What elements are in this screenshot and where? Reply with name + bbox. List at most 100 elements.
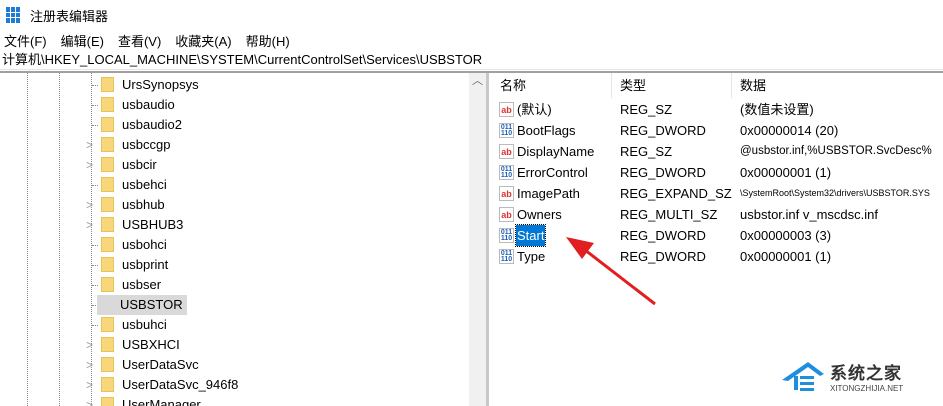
- binary-value-icon: 011 110: [499, 123, 514, 138]
- string-value-icon: ab: [499, 144, 514, 159]
- folder-icon: [101, 397, 114, 406]
- value-row[interactable]: ab Owners REG_MULTI_SZ usbstor.inf v_mscdsc…: [492, 204, 943, 225]
- value-row[interactable]: ab ImagePath REG_EXPAND_SZ \SystemRoot\Syst…: [492, 183, 943, 204]
- value-name: Start: [514, 224, 547, 247]
- tree-item-label: UserManager: [122, 397, 201, 406]
- value-row[interactable]: 011 110 Type REG_DWORD 0x00000001 (1): [492, 246, 943, 267]
- folder-icon: [101, 77, 114, 92]
- chevron-right-icon[interactable]: >: [86, 378, 93, 392]
- menu-edit[interactable]: 编辑(E): [61, 31, 104, 50]
- value-data: 0x00000001 (1): [740, 165, 832, 180]
- tree-item-label: UserDataSvc: [122, 357, 199, 372]
- string-value-icon: ab: [499, 102, 514, 117]
- tree-item[interactable]: > USBXHCI: [0, 335, 460, 355]
- chevron-right-icon[interactable]: >: [86, 198, 93, 212]
- value-name: BootFlags: [517, 123, 576, 138]
- tree-item[interactable]: UrsSynopsys: [0, 75, 460, 95]
- menu-help[interactable]: 帮助(H): [246, 31, 290, 50]
- tree-connector: [92, 285, 98, 286]
- binary-value-icon: 011 110: [499, 249, 514, 264]
- value-data: 0x00000003 (3): [740, 228, 832, 243]
- chevron-right-icon[interactable]: >: [86, 398, 93, 406]
- value-row[interactable]: 011 110 Start REG_DWORD 0x00000003 (3): [492, 224, 943, 247]
- house-logo-icon: [782, 362, 824, 391]
- tree-item-label: usbohci: [122, 237, 167, 252]
- tree-connector: [92, 245, 98, 246]
- folder-icon: [101, 217, 114, 232]
- regedit-icon: [6, 7, 22, 23]
- binary-value-icon: 011 110: [499, 228, 514, 243]
- value-name: ErrorControl: [517, 165, 588, 180]
- tree-connector: [92, 325, 98, 326]
- chevron-right-icon[interactable]: >: [86, 358, 93, 372]
- tree-item[interactable]: > USBHUB3: [0, 215, 460, 235]
- value-data: usbstor.inf v_mscdsc.inf: [740, 207, 878, 222]
- tree-scrollbar[interactable]: ︿: [469, 73, 486, 406]
- menu-file[interactable]: 文件(F): [4, 31, 47, 50]
- value-type: REG_DWORD: [620, 123, 706, 138]
- menu-bar: 文件(F) 编辑(E) 查看(V) 收藏夹(A) 帮助(H): [0, 30, 943, 50]
- value-data: @usbstor.inf,%USBSTOR.SvcDesc%: [740, 145, 932, 157]
- value-data: 0x00000001 (1): [740, 249, 832, 264]
- value-data: 0x00000014 (20): [740, 123, 839, 138]
- menu-view[interactable]: 查看(V): [118, 31, 161, 50]
- tree-item[interactable]: > UserManager: [0, 395, 460, 406]
- tree-item[interactable]: > UserDataSvc: [0, 355, 460, 375]
- tree-item[interactable]: usbohci: [0, 235, 460, 255]
- tree-item-label: usbuhci: [122, 317, 167, 332]
- value-row[interactable]: 011 110 ErrorControl REG_DWORD 0x00000001 (1…: [492, 162, 943, 183]
- tree-connector: [92, 265, 98, 266]
- value-type: REG_MULTI_SZ: [620, 207, 718, 222]
- value-row[interactable]: ab (默认) REG_SZ (数值未设置): [492, 99, 943, 120]
- tree-item-label: usbprint: [122, 257, 169, 272]
- tree-item-label: USBHUB3: [122, 217, 184, 232]
- column-type[interactable]: 类型: [612, 72, 732, 98]
- tree-item[interactable]: usbehci: [0, 175, 460, 195]
- tree-item[interactable]: > usbccgp: [0, 135, 460, 155]
- column-name[interactable]: 名称: [492, 72, 612, 98]
- tree-item[interactable]: usbaudio2: [0, 115, 460, 135]
- watermark-cn: 系统之家: [830, 364, 902, 383]
- tree-item-label: usbccgp: [122, 137, 171, 152]
- folder-icon: [101, 157, 114, 172]
- value-name: Type: [517, 249, 546, 264]
- tree-item[interactable]: > usbhub: [0, 195, 460, 215]
- address-bar[interactable]: 计算机\HKEY_LOCAL_MACHINE\SYSTEM\CurrentCon…: [0, 50, 943, 70]
- tree-connector: [92, 85, 98, 86]
- chevron-right-icon[interactable]: >: [86, 138, 93, 152]
- chevron-right-icon[interactable]: >: [86, 158, 93, 172]
- scroll-up-icon[interactable]: ︿: [469, 73, 486, 89]
- folder-icon: [101, 377, 114, 392]
- tree-item[interactable]: usbuhci: [0, 315, 460, 335]
- value-type: REG_SZ: [620, 102, 673, 117]
- tree-item[interactable]: USBSTOR: [0, 295, 460, 315]
- folder-icon: [101, 257, 114, 272]
- tree-item-label: usbehci: [122, 177, 167, 192]
- tree-item[interactable]: > UserDataSvc_946f8: [0, 375, 460, 395]
- tree-item[interactable]: usbprint: [0, 255, 460, 275]
- value-name: DisplayName: [517, 144, 595, 159]
- value-row[interactable]: ab DisplayName REG_SZ @usbstor.inf,%USBSTOR…: [492, 141, 943, 162]
- string-value-icon: ab: [499, 207, 514, 222]
- value-type: REG_DWORD: [620, 228, 706, 243]
- chevron-right-icon[interactable]: >: [86, 218, 93, 232]
- value-row[interactable]: 011 110 BootFlags REG_DWORD 0x00000014 (20): [492, 120, 943, 141]
- column-data[interactable]: 数据: [732, 73, 942, 98]
- value-data: \SystemRoot\System32\drivers\USBSTOR.SYS: [740, 188, 930, 198]
- menu-favorites[interactable]: 收藏夹(A): [175, 31, 231, 50]
- folder-icon: [101, 117, 114, 132]
- tree-item[interactable]: usbaudio: [0, 95, 460, 115]
- list-header: 名称 类型 数据: [492, 72, 943, 98]
- key-tree[interactable]: UrsSynopsys usbaudio usbaudio2 > usbccgp > usb…: [0, 73, 489, 406]
- folder-icon: [101, 277, 114, 292]
- chevron-right-icon[interactable]: >: [86, 338, 93, 352]
- tree-item[interactable]: > usbcir: [0, 155, 460, 175]
- tree-item[interactable]: usbser: [0, 275, 460, 295]
- tree-item-label: USBXHCI: [122, 337, 180, 352]
- watermark-logo: 系统之家 XITONGZHIJIA.NET: [778, 352, 943, 400]
- folder-icon: [101, 337, 114, 352]
- window-title: 注册表编辑器: [30, 8, 109, 24]
- value-name: Owners: [517, 207, 562, 222]
- folder-icon: [101, 197, 114, 212]
- tree-item-label: UserDataSvc_946f8: [122, 377, 239, 392]
